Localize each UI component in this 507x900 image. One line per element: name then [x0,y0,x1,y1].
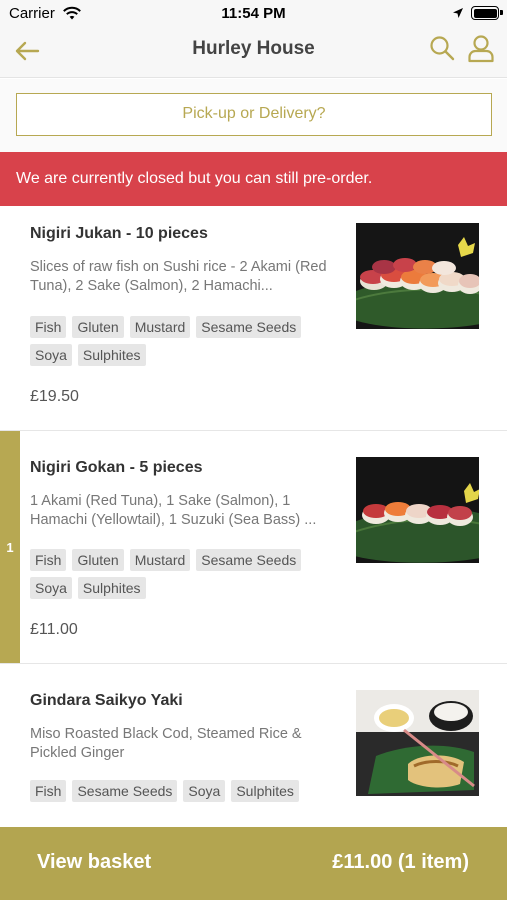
pickup-or-delivery-button[interactable]: Pick-up or Delivery? [16,93,492,136]
allergen-tag: Sesame Seeds [196,549,302,571]
allergen-tag: Fish [30,316,67,338]
item-description: 1 Akami (Red Tuna), 1 Sake (Salmon), 1 H… [30,493,317,528]
item-photo [356,690,479,796]
item-price: £11.00 [30,621,78,638]
status-bar: Carrier 11:54 PM [0,0,507,28]
item-name: Nigiri Gokan - 5 pieces [30,459,203,476]
menu-item-gindara-saikyo-yaki[interactable]: Gindara Saikyo Yaki Miso Roasted Black C… [0,664,507,827]
basket-total: £11.00 (1 item) [332,851,469,873]
allergen-tags: Fish Gluten Mustard Sesame Seeds Soya Su… [30,549,340,599]
allergen-tag: Sesame Seeds [196,316,302,338]
item-price: £19.50 [30,388,79,405]
allergen-tag: Gluten [72,549,124,571]
allergen-tag: Mustard [129,549,191,571]
item-description: Slices of raw fish on Sushi rice - 2 Aka… [30,259,327,294]
allergen-tag: Sulphites [77,577,146,599]
allergen-tag: Sulphites [231,780,299,802]
view-basket-label: View basket [37,851,152,873]
item-name: Nigiri Jukan - 10 pieces [30,225,208,242]
item-description: Miso Roasted Black Cod, Steamed Rice & P… [30,726,302,761]
location-arrow-icon [453,8,463,18]
allergen-tag: Sesame Seeds [72,780,178,802]
menu-item-nigiri-gokan[interactable]: 1 Nigiri Gokan - 5 pieces 1 Akami (Red T… [0,431,507,664]
allergen-tags: Fish Gluten Mustard Sesame Seeds Soya Su… [30,316,340,366]
menu-item-nigiri-jukan[interactable]: Nigiri Jukan - 10 pieces Slices of raw f… [0,206,507,431]
battery-icon [471,6,503,20]
search-icon[interactable] [428,34,456,62]
view-basket-bar[interactable]: View basket £11.00 (1 item) [0,827,507,900]
item-photo [356,457,479,563]
allergen-tag: Fish [30,780,67,802]
item-photo [356,223,479,329]
allergen-tag: Mustard [129,316,191,338]
order-mode-area: Pick-up or Delivery? [0,79,507,152]
quantity-indicator: 1 [0,431,20,663]
navigation-bar: Hurley House [0,28,507,78]
clock: 11:54 PM [221,5,286,22]
battery-level [473,8,497,18]
user-icon[interactable] [466,33,496,63]
allergen-tag: Soya [183,780,226,802]
allergen-tag: Soya [30,344,72,366]
closed-banner: We are currently closed but you can stil… [0,152,507,206]
allergen-tag: Gluten [72,316,124,338]
allergen-tag: Sulphites [77,344,146,366]
allergen-tag: Fish [30,549,67,571]
item-name: Gindara Saikyo Yaki [30,692,183,709]
allergen-tags: Fish Sesame Seeds Soya Sulphites [30,780,340,802]
allergen-tag: Soya [30,577,72,599]
